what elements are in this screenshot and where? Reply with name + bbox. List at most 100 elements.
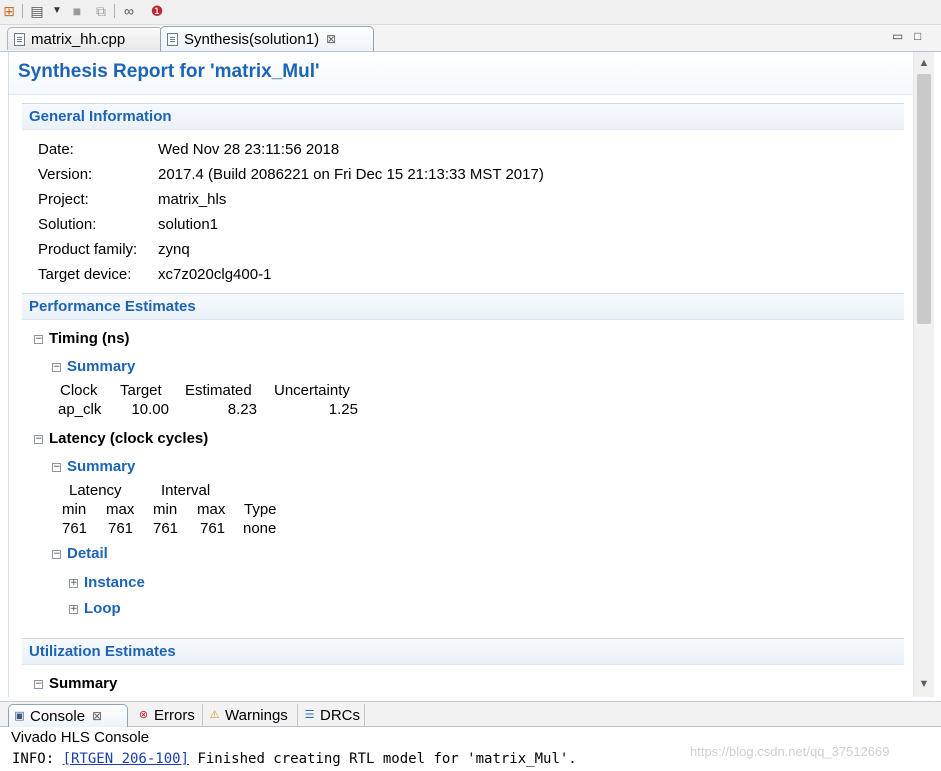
clipboard-icon[interactable]: ▤ — [28, 1, 46, 21]
collapse-toggle-icon[interactable]: − — [52, 463, 61, 472]
info-label-target-device: Target device: — [38, 266, 132, 283]
tab-drcs[interactable]: ☰ DRCs — [299, 704, 365, 727]
scroll-up-icon[interactable]: ▲ — [914, 54, 934, 72]
vertical-scrollbar[interactable]: ▲ ▼ — [913, 52, 934, 697]
console-line-text: Finished creating RTL model for 'matrix_… — [189, 751, 577, 767]
info-value-date: Wed Nov 28 23:11:56 2018 — [158, 141, 340, 158]
timing-cell-clock: ap_clk — [58, 401, 102, 418]
collapse-toggle-icon[interactable]: − — [52, 363, 61, 372]
section-heading: General Information — [29, 108, 172, 125]
tab-errors[interactable]: ⊗ Errors — [133, 704, 203, 727]
expand-toggle-icon[interactable]: + — [69, 605, 78, 614]
toolbar-separator — [114, 4, 115, 18]
drc-list-icon: ☰ — [304, 709, 315, 721]
info-value-solution: solution1 — [158, 216, 219, 233]
close-icon[interactable]: ⊠ — [92, 709, 102, 723]
timing-heading: Timing (ns) — [49, 330, 130, 347]
console-icon: ▣ — [14, 709, 25, 722]
toolbar-separator — [22, 4, 23, 18]
console-message-link[interactable]: [RTGEN 206-100] — [63, 751, 189, 767]
editor-tab-bar: matrix_hh.cpp Synthesis(solution1) ⊠ ▭ □ — [0, 25, 941, 52]
info-label-solution: Solution: — [38, 216, 97, 233]
main-toolbar: ⊞ ▤ ▼ ■ ⧉ ∞ ❶ — [0, 0, 941, 25]
latency-header-min: min — [62, 501, 87, 518]
warning-icon: ⚠ — [209, 709, 220, 721]
tab-label: Console — [30, 707, 86, 725]
section-heading: Performance Estimates — [29, 298, 196, 315]
section-heading: Utilization Estimates — [29, 643, 176, 660]
tab-label: DRCs — [320, 707, 360, 724]
info-label-project: Project: — [38, 191, 89, 208]
latency-heading: Latency (clock cycles) — [49, 430, 209, 447]
section-performance-estimates[interactable]: Performance Estimates — [22, 293, 904, 320]
collapse-toggle-icon[interactable]: − — [52, 550, 61, 559]
info-value-version: 2017.4 (Build 2086221 on Fri Dec 15 21:1… — [158, 166, 544, 183]
collapse-toggle-icon[interactable]: − — [34, 335, 43, 344]
error-icon: ⊗ — [138, 709, 149, 721]
timing-header-estimated: Estimated — [185, 382, 252, 399]
bottom-panel-tab-bar: ▣ Console ⊠ ⊗ Errors ⚠ Warnings ☰ DRCs — [0, 701, 941, 727]
section-general-information[interactable]: General Information — [22, 103, 904, 130]
report-file-icon — [167, 32, 178, 46]
tab-label: Synthesis(solution1) — [184, 30, 320, 48]
latency-summary-heading: Summary — [67, 458, 136, 475]
latency-group-header: Latency — [69, 482, 122, 499]
interval-cell-max: 761 — [200, 520, 226, 537]
latency-header-type: Type — [244, 501, 277, 518]
console-output-line: INFO: [RTGEN 206-100] Finished creating … — [12, 751, 577, 767]
cpp-file-icon — [14, 32, 25, 46]
debug-icon[interactable]: ❶ — [148, 1, 166, 21]
interval-header-max: max — [197, 501, 226, 518]
info-value-target-device: xc7z020clg400-1 — [158, 266, 272, 283]
tab-console[interactable]: ▣ Console ⊠ — [8, 704, 128, 727]
tab-label: Warnings — [225, 707, 288, 724]
latency-header-max: max — [106, 501, 135, 518]
tab-label: matrix_hh.cpp — [31, 30, 126, 48]
instance-heading[interactable]: Instance — [84, 574, 145, 591]
glasses-icon[interactable]: ∞ — [120, 1, 138, 21]
close-icon[interactable]: ⊠ — [326, 32, 336, 46]
compare-icon[interactable]: ⧉ — [92, 1, 110, 21]
synthesis-report: Synthesis Report for 'matrix_Mul' Genera… — [8, 52, 914, 697]
loop-heading[interactable]: Loop — [84, 600, 121, 617]
interval-group-header: Interval — [161, 482, 211, 499]
tab-matrix-hh-cpp[interactable]: matrix_hh.cpp — [7, 27, 163, 50]
tab-label: Errors — [154, 707, 195, 724]
timing-header-clock: Clock — [60, 382, 98, 399]
timing-cell-uncertainty: 1.25 — [328, 401, 358, 418]
maximize-icon[interactable]: □ — [914, 29, 921, 43]
console-title: Vivado HLS Console — [11, 729, 150, 746]
console-line-prefix: INFO: — [12, 751, 63, 767]
latency-cell-min: 761 — [62, 520, 88, 537]
latency-cell-max: 761 — [108, 520, 134, 537]
interval-header-min: min — [153, 501, 178, 518]
latency-cell-type: none — [243, 520, 277, 537]
watermark: https://blog.csdn.net/qq_37512669 — [690, 744, 890, 759]
info-value-project: matrix_hls — [158, 191, 227, 208]
info-label-product-family: Product family: — [38, 241, 138, 258]
collapse-toggle-icon[interactable]: − — [34, 435, 43, 444]
dropdown-arrow-icon[interactable]: ▼ — [48, 1, 66, 21]
timing-cell-estimated: 8.23 — [227, 401, 257, 418]
report-title: Synthesis Report for 'matrix_Mul' — [18, 61, 320, 82]
detail-heading: Detail — [67, 545, 108, 562]
tab-warnings[interactable]: ⚠ Warnings — [204, 704, 298, 727]
timing-cell-target: 10.00 — [131, 401, 169, 418]
info-label-version: Version: — [38, 166, 93, 183]
info-label-date: Date: — [38, 141, 74, 158]
scrollbar-thumb[interactable] — [917, 74, 931, 324]
section-utilization-estimates[interactable]: Utilization Estimates — [22, 638, 904, 665]
timing-summary-heading: Summary — [67, 358, 136, 375]
timing-header-uncertainty: Uncertainty — [274, 382, 350, 399]
tab-synthesis-solution1[interactable]: Synthesis(solution1) ⊠ — [160, 26, 374, 51]
collapse-toggle-icon[interactable]: − — [34, 680, 43, 689]
stop-icon[interactable]: ■ — [68, 1, 86, 21]
info-value-product-family: zynq — [158, 241, 190, 258]
timing-header-target: Target — [120, 382, 162, 399]
interval-cell-min: 761 — [153, 520, 179, 537]
scroll-down-icon[interactable]: ▼ — [914, 675, 934, 693]
expand-toggle-icon[interactable]: + — [69, 579, 78, 588]
minimize-icon[interactable]: ▭ — [892, 29, 903, 43]
project-icon[interactable]: ⊞ — [0, 1, 18, 21]
utilization-summary-heading: Summary — [49, 675, 118, 692]
